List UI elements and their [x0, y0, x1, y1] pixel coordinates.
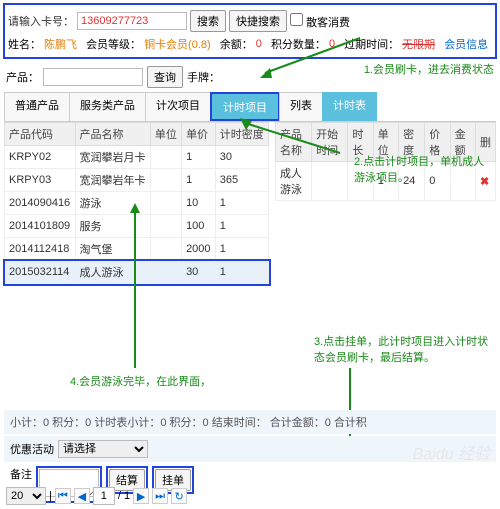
- name-value: 陈鹏飞: [44, 36, 77, 52]
- product-input[interactable]: [43, 68, 143, 86]
- page-total: / 1: [118, 490, 130, 502]
- search-button[interactable]: 搜索: [190, 10, 226, 32]
- last-page-button[interactable]: ⏭: [152, 488, 168, 504]
- hand-label: 手牌：: [187, 69, 220, 85]
- tab-1[interactable]: 服务类产品: [69, 92, 146, 121]
- col-header: 开始时间: [312, 123, 348, 162]
- level-label: 会员等级：: [86, 36, 141, 52]
- table-row[interactable]: 2014090416游泳101: [5, 192, 269, 215]
- watermark: Baidu 经验: [413, 440, 490, 464]
- page-input[interactable]: [93, 487, 115, 505]
- table-row[interactable]: KRPY03宽润攀岩年卡1365: [5, 169, 269, 192]
- col-header: 产品名称: [75, 123, 150, 146]
- query-button[interactable]: 查询: [147, 66, 183, 88]
- balance-value: 0: [256, 38, 262, 50]
- balance-label: 余额：: [220, 36, 253, 52]
- prev-page-button[interactable]: ◀: [74, 488, 90, 504]
- table-row[interactable]: 2014112418淘气堡20001: [5, 238, 269, 261]
- product-label: 产品：: [6, 69, 39, 85]
- activity-label: 优惠活动: [10, 441, 54, 457]
- tab-0[interactable]: 普通产品: [4, 92, 70, 121]
- points-value: 0: [329, 38, 335, 50]
- next-page-button[interactable]: ▶: [133, 488, 149, 504]
- activity-select[interactable]: 请选择: [58, 440, 148, 458]
- tab-5[interactable]: 计时表: [322, 92, 377, 121]
- tab-4[interactable]: 列表: [279, 92, 323, 121]
- expire-value: 无限期: [402, 36, 435, 52]
- tab-2[interactable]: 计次项目: [145, 92, 211, 121]
- table-row[interactable]: 2015032114成人游泳301: [5, 261, 269, 284]
- col-header: 单价: [182, 123, 216, 146]
- refresh-button[interactable]: ↻: [171, 488, 187, 504]
- sanke-checkbox[interactable]: 散客消费: [290, 13, 350, 30]
- annotation-2: 2.点击计时项目，单机成人游泳项目。: [354, 153, 494, 185]
- col-header: 计时密度: [215, 123, 268, 146]
- page-size-select[interactable]: 20: [6, 487, 46, 505]
- table-row[interactable]: 2014101809服务1001: [5, 215, 269, 238]
- quick-search-button[interactable]: 快捷搜索: [229, 10, 287, 32]
- level-value: 铜卡会员(0.8): [144, 36, 211, 52]
- tab-3[interactable]: 计时项目: [212, 94, 278, 119]
- name-label: 姓名：: [8, 36, 41, 52]
- table-row[interactable]: KRPY02宽润攀岩月卡130: [5, 146, 269, 169]
- annotation-1: 1.会员刷卡，进去消费状态: [364, 61, 494, 77]
- card-label: 请输入卡号：: [8, 13, 74, 29]
- expire-label: 过期时间：: [344, 36, 399, 52]
- member-info-link[interactable]: 会员信息: [444, 36, 488, 52]
- points-label: 积分数量：: [271, 36, 326, 52]
- col-header: 产品代码: [5, 123, 76, 146]
- annotation-4: 4.会员游泳完毕，在此界面，: [70, 373, 211, 389]
- totals-bar: 小计：0 积分：0 计时表小计：0 积分：0 结束时间： 合计金额：0 合计积: [4, 410, 496, 434]
- pager: 20 | ⏮ ◀ / 1 ▶ ⏭ ↻: [4, 485, 189, 507]
- card-input[interactable]: [77, 12, 187, 30]
- annotation-3: 3.点击挂单，此计时项目进入计时状态会员刷卡，最后结算。: [314, 333, 494, 365]
- first-page-button[interactable]: ⏮: [55, 488, 71, 504]
- col-header: 产品名称: [276, 123, 312, 162]
- col-header: 单位: [150, 123, 181, 146]
- remark-label: 备注: [10, 466, 32, 482]
